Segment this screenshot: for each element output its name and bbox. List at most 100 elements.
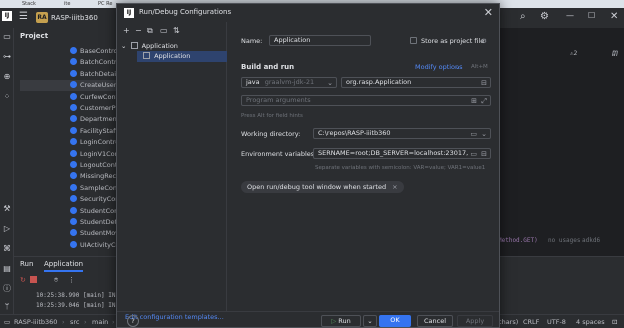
store-as-project-file-checkbox[interactable] <box>410 37 417 44</box>
insert-macro-icon[interactable]: ⊞ <box>471 97 477 105</box>
author-hint[interactable]: adkd6 <box>582 237 600 244</box>
project-tree-item[interactable]: UIActivityCo <box>70 240 120 252</box>
apply-button[interactable]: Apply <box>457 315 493 327</box>
copy-icon[interactable]: ⧉ <box>147 26 153 36</box>
folder-icon[interactable]: ▭ <box>470 130 477 138</box>
run-button-label: Run <box>338 317 351 325</box>
breadcrumb-item[interactable]: src <box>70 318 80 326</box>
config-group-application[interactable]: ⌄ Application <box>121 42 178 50</box>
remove-icon[interactable]: − <box>135 26 142 35</box>
run-dropdown-icon[interactable]: ⌄ <box>363 315 377 327</box>
breadcrumb-item[interactable]: main <box>92 318 108 326</box>
project-tree-item[interactable]: CustomerPr <box>70 104 118 115</box>
run-icon[interactable]: ▷ <box>2 224 12 234</box>
project-tree-item[interactable]: SampleCont <box>70 183 120 195</box>
status-chars[interactable]: chars) <box>498 318 518 326</box>
project-tree-item[interactable]: LoginContro <box>70 138 119 149</box>
settings-icon[interactable]: ⚙ <box>540 11 549 22</box>
build-icon[interactable]: ⚒ <box>2 204 12 214</box>
run-button[interactable]: ▷ Run <box>321 315 361 327</box>
program-arguments-field[interactable]: Program arguments ⊞ ⤢ <box>241 95 491 106</box>
search-icon[interactable]: ⌕ <box>520 11 526 22</box>
add-icon[interactable]: + <box>123 26 130 35</box>
status-encoding[interactable]: UTF-8 <box>547 318 566 326</box>
project-tree-item[interactable]: FacilityStaff <box>70 126 118 138</box>
project-name[interactable]: RASP-iiitb360 <box>51 14 98 22</box>
breadcrumb-separator: › <box>112 318 115 326</box>
camera-icon[interactable]: ⌾ <box>54 276 58 285</box>
open-run-tool-window-option[interactable]: Open run/debug tool window when started … <box>241 181 404 193</box>
breadcrumb-separator: › <box>62 318 65 326</box>
config-item-application[interactable]: Application <box>143 52 190 60</box>
press-alt-hint: Press Alt for field hints <box>241 113 303 119</box>
project-tree-item[interactable]: CreateUserC <box>70 81 121 92</box>
problems-icon[interactable]: ⓘ <box>2 284 12 294</box>
run-label[interactable]: Run <box>20 260 33 268</box>
warnings-indicator[interactable]: ⚠2 <box>570 50 577 57</box>
help-button[interactable]: ? <box>127 315 139 327</box>
class-icon <box>70 218 77 225</box>
rerun-icon[interactable]: ↻ <box>20 276 26 284</box>
chevron-down-icon[interactable]: ⌄ <box>327 79 333 87</box>
chevron-down-icon[interactable]: ⌄ <box>121 42 126 50</box>
minimize-icon[interactable]: — <box>566 11 574 20</box>
structure-icon[interactable]: ⊕ <box>2 72 12 82</box>
project-panel-title[interactable]: Project <box>20 32 48 40</box>
project-tree-item[interactable]: LogoutCont <box>70 161 117 172</box>
status-project[interactable]: RASP-iiitb360 <box>14 318 57 326</box>
chevron-down-icon[interactable]: ⌄ <box>481 130 487 138</box>
store-as-project-file-label[interactable]: Store as project file <box>421 37 484 45</box>
close-icon[interactable]: ✕ <box>610 11 618 22</box>
main-class-field[interactable]: org.rasp.Application ⊟ <box>341 77 491 88</box>
browse-class-icon[interactable]: ⊟ <box>481 79 487 87</box>
terminal-icon[interactable]: ▤ <box>2 264 12 274</box>
hamburger-menu-icon[interactable]: ☰ <box>19 11 28 22</box>
project-tree-item[interactable]: BatchContro <box>70 58 120 69</box>
project-tree-item-label: CustomerPr <box>80 104 119 112</box>
working-directory-field[interactable]: C:\repos\RASP-iiitb360 ▭ ⌄ <box>313 128 491 139</box>
status-indent[interactable]: 4 spaces <box>576 318 605 326</box>
run-config-tab[interactable]: Application <box>44 260 84 272</box>
browser-tab[interactable]: PC Re <box>98 1 112 8</box>
chevron-down-icon[interactable]: ⌄ <box>455 63 460 71</box>
stop-icon[interactable] <box>30 276 37 283</box>
commit-icon[interactable]: ⊶ <box>2 52 12 62</box>
project-tree-item[interactable]: BaseControl <box>70 47 119 58</box>
browser-tab[interactable]: Stack <box>22 1 36 8</box>
settings-icon[interactable]: ⚙ <box>481 37 487 45</box>
folder-icon[interactable]: ▭ <box>2 32 12 42</box>
project-badge[interactable]: RA <box>36 12 48 23</box>
lock-icon[interactable]: ⊡ <box>612 318 617 326</box>
project-tree-item[interactable]: SecurityCon <box>70 195 119 206</box>
maximize-icon[interactable]: ☐ <box>588 11 595 20</box>
project-tree-item[interactable]: LoginV1Con <box>70 149 119 161</box>
project-tree-item[interactable]: BatchDetailC <box>70 69 122 81</box>
folder-icon[interactable]: ▭ <box>470 150 477 158</box>
sort-icon[interactable]: ⇅ <box>173 26 180 35</box>
folder-icon[interactable]: ▭ <box>160 26 168 35</box>
debug-icon[interactable]: ⌘ <box>2 244 12 254</box>
name-field[interactable]: Application <box>269 35 371 46</box>
status-line-ending[interactable]: CRLF <box>523 318 539 326</box>
usages-hint[interactable]: no usages <box>548 237 581 244</box>
jdk-select[interactable]: java graalvm-jdk-21 ⌄ <box>241 77 337 88</box>
project-tree-item[interactable]: MissingReco <box>70 172 120 183</box>
editor-area: ⚠2 ⌄ m Method.GET) no usages adkd6 <box>484 28 624 256</box>
edit-environment-icon[interactable]: ⊟ <box>481 150 487 158</box>
project-tree-item[interactable]: Departmen <box>70 115 117 126</box>
dialog-close-icon[interactable]: ✕ <box>484 6 493 19</box>
cancel-button[interactable]: Cancel <box>417 315 453 327</box>
environment-variables-field[interactable]: SERNAME=root;DB_SERVER=localhost:23017, … <box>313 148 491 159</box>
project-tree-item[interactable]: StudentCon <box>70 206 118 218</box>
more-icon[interactable]: ⋮ <box>68 276 75 284</box>
application-icon <box>143 52 150 59</box>
project-tree-item[interactable]: CurfewCont <box>70 92 118 104</box>
project-tree-item[interactable]: StudentDeta <box>70 218 121 229</box>
project-tree-item[interactable]: StudentMov <box>70 229 119 240</box>
git-icon[interactable]: ᛘ <box>2 302 12 312</box>
remove-option-icon[interactable]: × <box>392 183 397 191</box>
expand-icon[interactable]: ⤢ <box>481 97 487 105</box>
plugins-icon[interactable]: ⁘ <box>2 92 12 102</box>
ok-button[interactable]: OK <box>379 315 411 327</box>
browser-tab[interactable]: ite <box>64 1 70 8</box>
